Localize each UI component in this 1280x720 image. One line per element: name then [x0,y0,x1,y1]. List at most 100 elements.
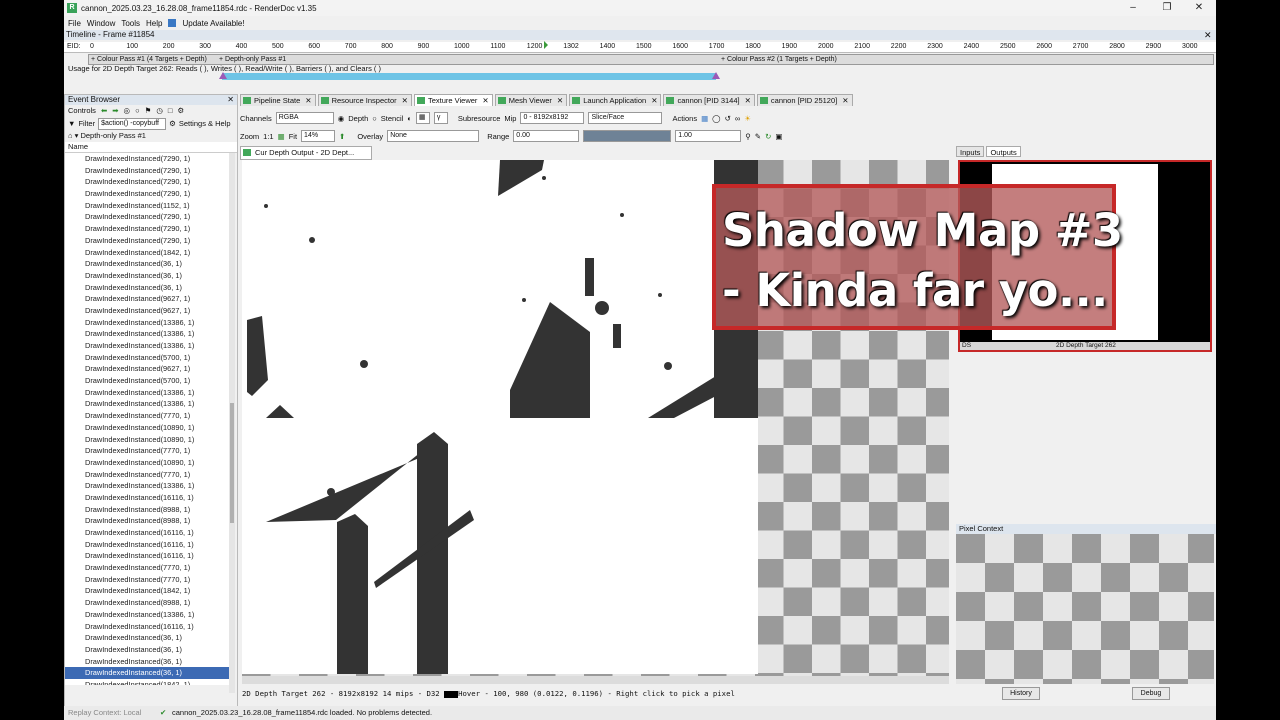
settings-help-button[interactable]: Settings & Help [179,117,231,130]
list-item[interactable]: DrawIndexedInstanced(7290, 1) [65,188,229,200]
list-item[interactable]: DrawIndexedInstanced(13386, 1) [65,328,229,340]
list-item[interactable]: DrawIndexedInstanced(7290, 1) [65,176,229,188]
tab-mesh-viewer[interactable]: Mesh Viewer ✕ [494,94,568,106]
menu-tools[interactable]: Tools [121,19,140,28]
refresh-icon[interactable]: ↻ [765,132,771,141]
list-item[interactable]: DrawIndexedInstanced(7290, 1) [65,223,229,235]
arrow-up-icon[interactable]: ⬆ [339,132,345,141]
list-item[interactable]: DrawIndexedInstanced(13386, 1) [65,398,229,410]
list-item[interactable]: DrawIndexedInstanced(36, 1) [65,258,229,270]
zoom-select[interactable]: 14% [301,130,336,142]
list-item[interactable]: DrawIndexedInstanced(5700, 1) [65,352,229,364]
menu-window[interactable]: Window [87,19,115,28]
open-icon[interactable]: ◯ [712,114,720,123]
list-item[interactable]: DrawIndexedInstanced(7290, 1) [65,165,229,177]
list-item[interactable]: DrawIndexedInstanced(36, 1) [65,270,229,282]
list-item[interactable]: DrawIndexedInstanced(13386, 1) [65,340,229,352]
tab-cannon-pid-3144[interactable]: cannon [PID 3144] ✕ [663,94,755,106]
arrow-right-icon[interactable]: ➡ [112,105,118,117]
list-item[interactable]: DrawIndexedInstanced(13386, 1) [65,317,229,329]
flip-icon[interactable]: ▦ [415,112,430,124]
circle-icon[interactable]: ○ [135,105,140,117]
close-icon[interactable]: ✕ [402,96,408,105]
inputs-tab[interactable]: Inputs [956,146,985,157]
minimize-icon[interactable]: – [1116,0,1150,16]
list-item[interactable]: DrawIndexedInstanced(1152, 1) [65,200,229,212]
export-icon[interactable]: □ [168,105,173,117]
fit-button[interactable]: Fit [289,132,297,141]
range-min-input[interactable]: 0.00 [513,130,580,142]
mip-select[interactable]: 0 - 8192x8192 [520,112,585,124]
link-icon[interactable]: ∞ [735,114,740,123]
list-item[interactable]: DrawIndexedInstanced(7770, 1) [65,410,229,422]
sun-icon[interactable]: ☀ [744,114,751,123]
tab-cannon-pid-25120[interactable]: cannon [PID 25120] ✕ [756,94,853,106]
pass-colour-2[interactable]: + Colour Pass #2 (1 Targets + Depth) [721,55,837,64]
list-item[interactable]: DrawIndexedInstanced(9627, 1) [65,293,229,305]
gear-icon[interactable]: ⚙ [169,117,176,130]
list-item[interactable]: DrawIndexedInstanced(13386, 1) [65,609,229,621]
event-list-scrollbar[interactable] [229,153,235,693]
zoom-icon[interactable]: ⚲ [745,132,751,141]
outputs-tab[interactable]: Outputs [986,146,1021,157]
list-item[interactable]: DrawIndexedInstanced(16116, 1) [65,527,229,539]
range-histogram[interactable] [583,130,672,142]
list-item[interactable]: DrawIndexedInstanced(36, 1) [65,644,229,656]
menu-file[interactable]: File [68,19,81,28]
range-max-input[interactable]: 1.00 [675,130,742,142]
pass-depth-only-1[interactable]: + Depth-only Pass #1 [219,55,286,64]
list-item[interactable]: DrawIndexedInstanced(10890, 1) [65,434,229,446]
list-item[interactable]: DrawIndexedInstanced(7770, 1) [65,562,229,574]
list-item[interactable]: DrawIndexedInstanced(1842, 1) [65,247,229,259]
menu-update[interactable]: Update Available! [182,19,244,28]
slice-face-select[interactable]: Slice/Face [588,112,663,124]
close-icon[interactable]: ✕ [482,96,488,105]
list-item[interactable]: DrawIndexedInstanced(36, 1) [65,667,229,679]
time-icon[interactable]: ◷ [156,105,163,117]
list-item[interactable]: DrawIndexedInstanced(9627, 1) [65,305,229,317]
pass-breadcrumb[interactable]: ⌂ ▾ Depth-only Pass #1 [65,130,237,142]
list-item[interactable]: DrawIndexedInstanced(10890, 1) [65,457,229,469]
close-icon[interactable]: ✕ [227,95,234,105]
goto-icon[interactable]: ↺ [725,114,731,123]
timeline-ruler[interactable]: EID: 0 100 200 300 400 500 600 700 800 900 1000 110… [64,42,1216,53]
maximize-icon[interactable]: ❐ [1150,0,1184,16]
binoculars-icon[interactable]: ◎ [124,105,131,117]
list-item[interactable]: DrawIndexedInstanced(36, 1) [65,656,229,668]
arrow-left-icon[interactable]: ⬅ [101,105,107,117]
list-item[interactable]: DrawIndexedInstanced(7290, 1) [65,211,229,223]
tab-launch-application[interactable]: Launch Application ✕ [569,94,662,106]
close-icon[interactable]: ✕ [1182,0,1216,16]
stencil-radio[interactable]: ○ [372,114,377,123]
list-item[interactable]: DrawIndexedInstanced(10890, 1) [65,422,229,434]
list-item[interactable]: DrawIndexedInstanced(7290, 1) [65,153,229,165]
list-item[interactable]: DrawIndexedInstanced(36, 1) [65,282,229,294]
close-icon[interactable]: ✕ [745,96,751,105]
channels-select[interactable]: RGBA [275,112,334,124]
settings-icon[interactable]: ⚙ [177,105,184,117]
pixel-context-view[interactable] [956,534,1214,684]
home-icon[interactable]: ⌂ [68,131,73,140]
list-item[interactable]: DrawIndexedInstanced(8988, 1) [65,597,229,609]
filter-input[interactable]: $action() -copybuff [98,117,167,130]
list-item[interactable]: DrawIndexedInstanced(16116, 1) [65,550,229,562]
close-icon[interactable]: ✕ [651,96,657,105]
list-item[interactable]: DrawIndexedInstanced(7290, 1) [65,235,229,247]
list-item[interactable]: DrawIndexedInstanced(7770, 1) [65,469,229,481]
canvas-hscrollbar[interactable] [242,676,949,684]
event-list[interactable]: DrawIndexedInstanced(7290, 1) DrawIndexed… [65,153,229,685]
close-icon[interactable]: ✕ [557,96,563,105]
viewer-tab[interactable]: Cur Depth Output - 2D Dept... [240,146,372,160]
bookmark-icon[interactable]: ⚑ [145,105,152,117]
list-item[interactable]: DrawIndexedInstanced(8988, 1) [65,515,229,527]
list-item[interactable]: DrawIndexedInstanced(5700, 1) [65,375,229,387]
list-item[interactable]: DrawIndexedInstanced(8988, 1) [65,504,229,516]
fit-icon[interactable]: ▦ [278,132,285,141]
list-item[interactable]: DrawIndexedInstanced(1842, 1) [65,585,229,597]
debug-button[interactable]: Debug [1132,687,1170,700]
close-icon[interactable]: ✕ [842,96,848,105]
list-item[interactable]: DrawIndexedInstanced(9627, 1) [65,363,229,375]
column-header-name[interactable]: Name [65,142,237,153]
list-item[interactable]: DrawIndexedInstanced(16116, 1) [65,621,229,633]
scrollbar-thumb[interactable] [230,403,234,523]
